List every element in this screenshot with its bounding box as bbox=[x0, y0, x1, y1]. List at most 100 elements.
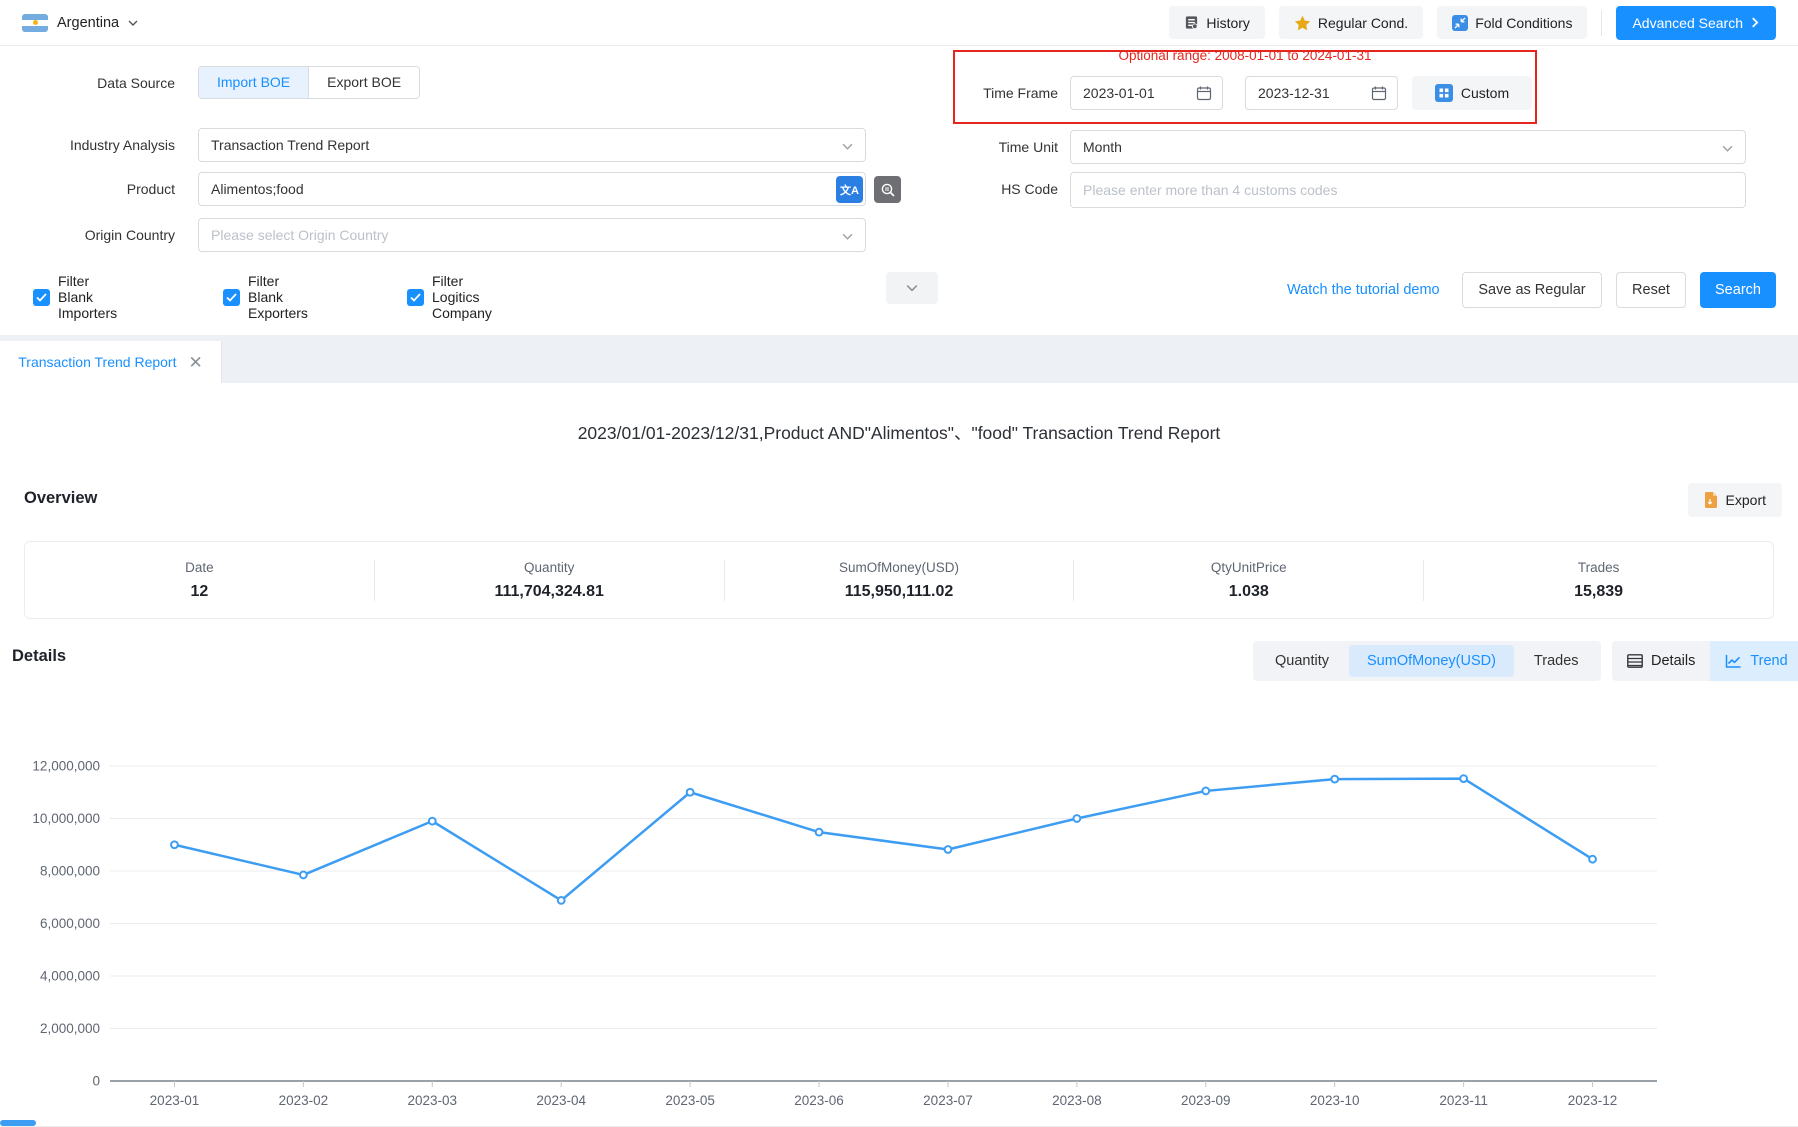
view-tab-label: Trend bbox=[1750, 653, 1787, 669]
chevron-down-icon bbox=[128, 18, 138, 28]
export-boe-tab[interactable]: Export BOE bbox=[308, 67, 419, 98]
argentina-flag-icon bbox=[22, 14, 48, 32]
country-selector[interactable]: Argentina bbox=[22, 14, 138, 32]
date-to-value: 2023-12-31 bbox=[1258, 85, 1330, 101]
stat-value: 15,839 bbox=[1424, 583, 1773, 601]
search-button[interactable]: Search bbox=[1700, 272, 1776, 308]
y-axis-tick-label: 10,000,000 bbox=[32, 811, 100, 826]
advanced-search-label: Advanced Search bbox=[1632, 15, 1743, 31]
data-point bbox=[300, 872, 307, 879]
stat-quantity: Quantity 111,704,324.81 bbox=[374, 560, 724, 601]
trend-line bbox=[174, 779, 1592, 901]
x-axis-tick-label: 2023-01 bbox=[150, 1093, 200, 1108]
y-axis-tick-label: 6,000,000 bbox=[40, 916, 100, 931]
x-axis-tick-label: 2023-05 bbox=[665, 1093, 715, 1108]
fold-conditions-button[interactable]: Fold Conditions bbox=[1437, 6, 1587, 39]
custom-range-button[interactable]: Custom bbox=[1412, 76, 1532, 110]
checkbox-label: Filter Logitics Company bbox=[432, 273, 492, 321]
regular-cond-label: Regular Cond. bbox=[1318, 15, 1408, 31]
x-axis-tick-label: 2023-06 bbox=[794, 1093, 844, 1108]
metric-tab-trades[interactable]: Trades bbox=[1516, 645, 1597, 677]
metric-tab-quantity[interactable]: Quantity bbox=[1257, 645, 1347, 677]
tab-transaction-trend-report[interactable]: Transaction Trend Report ✕ bbox=[0, 341, 222, 383]
stat-qty-unit-price: QtyUnitPrice 1.038 bbox=[1073, 560, 1423, 601]
stat-value: 1.038 bbox=[1074, 583, 1423, 601]
industry-analysis-label: Industry Analysis bbox=[20, 128, 175, 162]
trend-chart[interactable]: 0 2,000,000 4,000,000 6,000,000 8,000,000 10,… bbox=[0, 738, 1798, 1118]
filter-panel: Data Source Import BOE Export BOE Indust… bbox=[0, 46, 1798, 335]
metric-tab-sum-of-money[interactable]: SumOfMoney(USD) bbox=[1349, 645, 1514, 677]
y-axis-tick-label: 0 bbox=[92, 1074, 100, 1089]
stat-value: 111,704,324.81 bbox=[375, 583, 724, 601]
stat-label: Quantity bbox=[375, 560, 724, 575]
view-tab-trend[interactable]: Trend bbox=[1710, 641, 1798, 681]
hs-code-input[interactable] bbox=[1070, 172, 1746, 208]
calendar-icon bbox=[1371, 85, 1387, 101]
report-content: 2023/01/01-2023/12/31,Product AND"Alimen… bbox=[0, 383, 1798, 1127]
translate-icon[interactable]: 文A bbox=[836, 176, 863, 203]
filter-blank-importers-checkbox[interactable]: Filter Blank Importers bbox=[33, 280, 117, 314]
import-boe-tab[interactable]: Import BOE bbox=[199, 67, 308, 98]
industry-analysis-select[interactable]: Transaction Trend Report bbox=[198, 128, 866, 162]
metric-toggle-group: Quantity SumOfMoney(USD) Trades bbox=[1253, 641, 1601, 681]
chevron-down-icon bbox=[842, 141, 853, 152]
date-from-input[interactable]: 2023-01-01 bbox=[1070, 76, 1223, 110]
horizontal-scrollbar-thumb[interactable] bbox=[0, 1120, 36, 1126]
reset-button[interactable]: Reset bbox=[1616, 272, 1686, 308]
data-point bbox=[429, 818, 436, 825]
star-icon bbox=[1294, 15, 1311, 31]
checkbox-checked-icon bbox=[223, 289, 240, 306]
stat-label: Date bbox=[25, 560, 374, 575]
data-point bbox=[171, 841, 178, 848]
collapse-conditions-button[interactable] bbox=[886, 272, 938, 304]
hs-code-label: HS Code bbox=[930, 172, 1058, 206]
stat-trades: Trades 15,839 bbox=[1423, 560, 1773, 601]
fuzzy-search-icon[interactable] bbox=[874, 176, 901, 203]
data-source-toggle: Import BOE Export BOE bbox=[198, 66, 420, 99]
filter-blank-exporters-checkbox[interactable]: Filter Blank Exporters bbox=[223, 280, 308, 314]
stat-label: Trades bbox=[1424, 560, 1773, 575]
checkbox-label: Filter Blank Exporters bbox=[248, 273, 308, 321]
date-to-input[interactable]: 2023-12-31 bbox=[1245, 76, 1398, 110]
data-point bbox=[1460, 775, 1467, 782]
export-label: Export bbox=[1726, 492, 1766, 508]
y-axis-tick-label: 4,000,000 bbox=[40, 969, 100, 984]
checkbox-checked-icon bbox=[407, 289, 424, 306]
time-frame-label: Time Frame bbox=[930, 76, 1058, 110]
chevron-down-icon bbox=[842, 231, 853, 242]
data-point bbox=[687, 789, 694, 796]
x-axis-tick-label: 2023-07 bbox=[923, 1093, 973, 1108]
optional-range-text: Optional range: 2008-01-01 to 2024-01-31 bbox=[953, 48, 1537, 63]
export-button[interactable]: Export bbox=[1688, 483, 1782, 517]
x-axis-tick-label: 2023-10 bbox=[1310, 1093, 1360, 1108]
advanced-search-button[interactable]: Advanced Search bbox=[1616, 6, 1776, 40]
data-point bbox=[1331, 776, 1338, 783]
history-button[interactable]: History bbox=[1169, 6, 1265, 39]
view-tab-label: Details bbox=[1651, 653, 1695, 669]
product-input[interactable] bbox=[198, 172, 866, 206]
app-window: Argentina History Regular Cond. Fold Con… bbox=[0, 0, 1798, 1127]
y-axis-tick-label: 8,000,000 bbox=[40, 864, 100, 879]
topbar-divider bbox=[1601, 10, 1602, 36]
y-axis-tick-label: 2,000,000 bbox=[40, 1021, 100, 1036]
time-unit-select[interactable]: Month bbox=[1070, 130, 1746, 164]
view-tab-details[interactable]: Details bbox=[1612, 641, 1710, 681]
report-title: 2023/01/01-2023/12/31,Product AND"Alimen… bbox=[0, 420, 1798, 445]
stat-label: SumOfMoney(USD) bbox=[725, 560, 1074, 575]
data-source-label: Data Source bbox=[20, 66, 175, 100]
regular-cond-button[interactable]: Regular Cond. bbox=[1279, 6, 1423, 39]
stat-label: QtyUnitPrice bbox=[1074, 560, 1423, 575]
origin-country-select[interactable]: Please select Origin Country bbox=[198, 218, 866, 252]
tutorial-demo-link[interactable]: Watch the tutorial demo bbox=[1287, 282, 1440, 298]
overview-heading: Overview bbox=[24, 489, 97, 508]
time-unit-label: Time Unit bbox=[930, 130, 1058, 164]
data-point bbox=[1589, 856, 1596, 863]
x-axis-tick-label: 2023-12 bbox=[1568, 1093, 1618, 1108]
origin-country-label: Origin Country bbox=[20, 218, 175, 252]
save-as-regular-button[interactable]: Save as Regular bbox=[1462, 272, 1602, 308]
x-axis-tick-label: 2023-02 bbox=[279, 1093, 329, 1108]
close-icon[interactable]: ✕ bbox=[188, 354, 202, 371]
origin-country-placeholder: Please select Origin Country bbox=[211, 227, 388, 243]
filter-logitics-company-checkbox[interactable]: Filter Logitics Company bbox=[407, 280, 492, 314]
product-label: Product bbox=[20, 172, 175, 206]
